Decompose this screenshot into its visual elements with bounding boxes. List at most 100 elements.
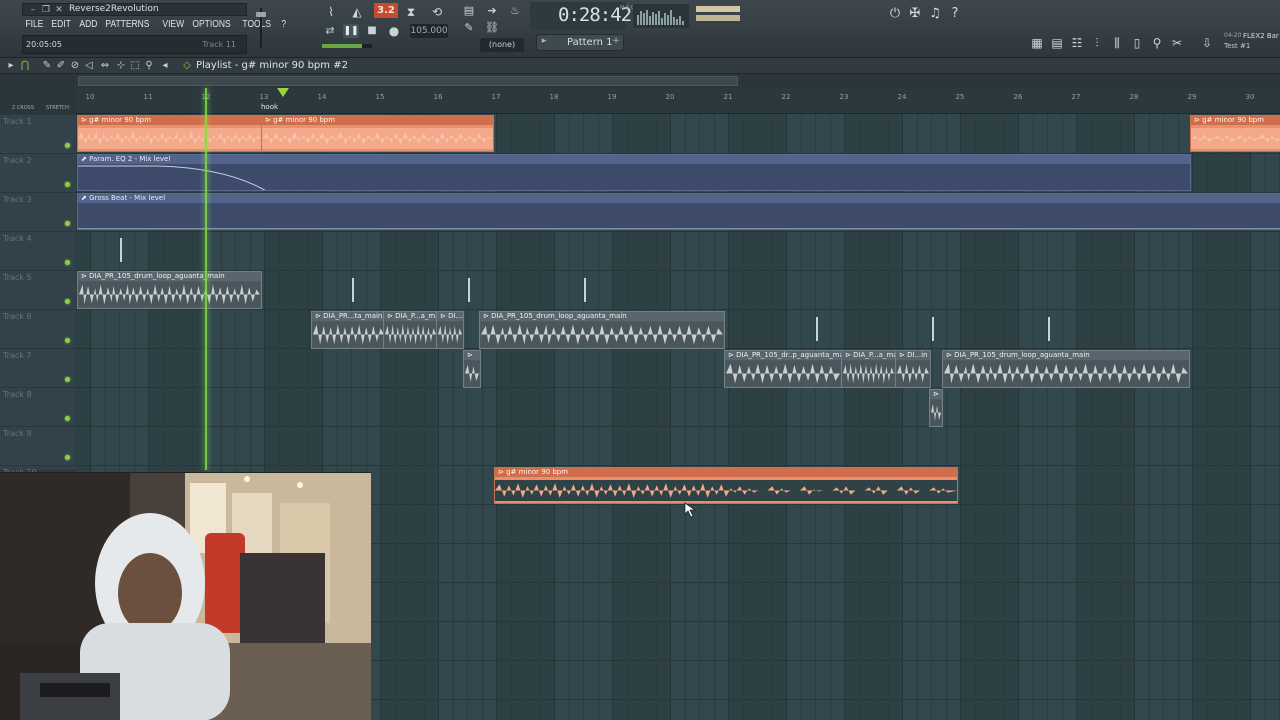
delete-icon[interactable]: ⊘ xyxy=(68,58,82,74)
mic-icon[interactable]: ♫ xyxy=(926,5,944,23)
track-mute-led[interactable] xyxy=(65,221,70,226)
pattern-add-icon[interactable]: + xyxy=(611,36,621,46)
playlist-icon[interactable]: ▦ xyxy=(1028,34,1046,52)
plugin-icon[interactable]: ▯ xyxy=(1128,34,1146,52)
playlist-menu-icon[interactable]: ▸ xyxy=(4,58,18,74)
stop-icon[interactable]: ■ xyxy=(364,24,380,38)
drum-loop-clip[interactable]: ⊳ DI...in xyxy=(895,350,931,388)
pencil-icon[interactable]: ✎ xyxy=(460,20,478,36)
track-header[interactable]: Track 2 xyxy=(0,153,76,192)
automation-clip-gross-beat[interactable]: ⬈ Gross Beat - Mix level xyxy=(77,193,1280,230)
channel-rack-icon[interactable]: ☷ xyxy=(1068,34,1086,52)
timeline-ruler[interactable]: 1011121314151617181920212223242526272829… xyxy=(76,88,1280,114)
menu-patterns[interactable]: PATTERNS xyxy=(102,18,153,32)
track-mute-led[interactable] xyxy=(65,182,70,187)
record-icon[interactable]: ● xyxy=(386,24,402,38)
track-mute-led[interactable] xyxy=(65,338,70,343)
loop-record-icon[interactable]: ⟲ xyxy=(426,2,448,22)
drum-loop-clip[interactable]: ⊳ DIA_P...a_main xyxy=(841,350,896,388)
step-edit-icon[interactable]: ➔ xyxy=(483,3,501,19)
playlist-arrows-icon[interactable]: ◇ xyxy=(180,58,194,74)
short-clip[interactable] xyxy=(118,234,124,266)
playhead[interactable] xyxy=(205,88,207,470)
horizontal-scrollbar[interactable] xyxy=(0,74,1280,88)
song-position-display[interactable]: 3.2 xyxy=(374,3,398,18)
tempo-display[interactable]: 105.000 xyxy=(410,24,448,38)
short-clip[interactable] xyxy=(930,313,936,345)
drum-loop-clip[interactable]: ⊳ DIA_PR_105_dr..p_aguanta_main xyxy=(724,350,842,388)
metronome-icon[interactable]: ◭ xyxy=(346,2,368,22)
tempo-slider[interactable] xyxy=(322,44,372,48)
blend-icon[interactable]: ♨ xyxy=(506,3,524,19)
play-icon[interactable]: ❚❚ xyxy=(343,24,359,38)
short-clip[interactable] xyxy=(582,274,588,306)
track-mute-led[interactable] xyxy=(65,143,70,148)
hook-marker[interactable]: hook xyxy=(261,103,278,111)
close-icon[interactable]: ✕ xyxy=(54,5,64,15)
track-mute-led[interactable] xyxy=(65,299,70,304)
audio-clip-g-minor[interactable]: ⊳ g# minor 90 bpm xyxy=(261,115,494,152)
minimize-icon[interactable]: – xyxy=(28,5,38,15)
slice-icon[interactable]: ⊹ xyxy=(114,58,128,74)
audio-clip-g-minor[interactable]: ⊳ g# minor 90 bpm xyxy=(77,115,262,152)
magnet-icon[interactable]: ⋂ xyxy=(18,58,32,74)
drum-hit-clip[interactable]: ⊳ xyxy=(929,389,943,427)
automation-clip-param-eq[interactable]: ⬈ Param. EQ 2 - Mix level xyxy=(77,154,1191,191)
slip-icon[interactable]: ⇔ xyxy=(98,58,112,74)
track-mute-led[interactable] xyxy=(65,377,70,382)
short-clip[interactable] xyxy=(350,274,356,306)
track-header[interactable]: Track 8 xyxy=(0,387,76,426)
drum-hit-clip[interactable]: ⊳ xyxy=(463,350,481,388)
drum-loop-clip[interactable]: ⊳ DI...in xyxy=(436,311,464,349)
pattern-prev-icon[interactable]: ▸ xyxy=(539,36,549,46)
short-clip[interactable] xyxy=(1046,313,1052,345)
track-header[interactable]: Track 4 xyxy=(0,231,76,270)
track-mute-led[interactable] xyxy=(65,260,70,265)
pattern-mode-icon[interactable]: ⌇ xyxy=(320,2,342,22)
power-icon[interactable]: ⏻ xyxy=(886,5,904,23)
menu-help[interactable]: ? xyxy=(278,18,290,32)
header-label-stretch[interactable]: STRETCH xyxy=(46,105,69,111)
track-header[interactable]: Track 9 xyxy=(0,426,76,465)
drum-loop-clip[interactable]: ⊳ DIA_PR_105_drum_loop_aguanta_main xyxy=(942,350,1190,388)
mute-icon[interactable]: ◁ xyxy=(82,58,96,74)
snap-select[interactable]: (none) xyxy=(480,38,524,52)
track-mute-led[interactable] xyxy=(65,416,70,421)
mixer-view-icon[interactable]: ⫶ xyxy=(1088,34,1106,52)
audio-clip-g-minor[interactable]: ⊳ g# minor 90 bpm xyxy=(1190,115,1280,152)
drum-loop-clip[interactable]: ⊳ DIA_PR_105_drum_loop_aguanta_main xyxy=(77,271,262,309)
drum-loop-clip[interactable]: ⊳ DIA_PR_105_drum_loop_aguanta_main xyxy=(479,311,725,349)
menu-options[interactable]: OPTIONS xyxy=(189,18,234,32)
header-label-cross[interactable]: 2 CROSS xyxy=(12,105,34,111)
mixer-icon[interactable]: ✠ xyxy=(906,5,924,23)
short-clip[interactable] xyxy=(466,274,472,306)
track-header[interactable]: Track 3 xyxy=(0,192,76,231)
short-clip[interactable] xyxy=(814,313,820,345)
maximize-icon[interactable]: ❐ xyxy=(41,5,51,15)
news-panel[interactable]: 04-20 FLEX2 Bar Test #1 xyxy=(1218,31,1280,53)
menu-edit[interactable]: EDIT xyxy=(48,18,74,32)
audio-clip-g-minor[interactable]: ⊳ g# minor 90 bpm xyxy=(494,467,958,504)
track-header[interactable]: Track 7 xyxy=(0,348,76,387)
play-position-marker[interactable] xyxy=(277,88,289,97)
plugin-picker-icon[interactable]: ⚲ xyxy=(1148,34,1166,52)
drum-loop-clip[interactable]: ⊳ DIA_PR...ta_main xyxy=(311,311,386,349)
link-icon[interactable]: ⛓ xyxy=(483,20,501,36)
playback-icon[interactable]: ◂ xyxy=(158,58,172,74)
track-header[interactable]: Track 1 xyxy=(0,114,76,153)
paint-icon[interactable]: ✐ xyxy=(54,58,68,74)
piano-roll-icon[interactable]: ▤ xyxy=(1048,34,1066,52)
zoom-icon[interactable]: ⚲ xyxy=(142,58,156,74)
menu-file[interactable]: FILE xyxy=(22,18,47,32)
download-icon[interactable]: ⇩ xyxy=(1198,34,1216,52)
cut-icon[interactable]: ✂ xyxy=(1168,34,1186,52)
draw-icon[interactable]: ✎ xyxy=(40,58,54,74)
drum-loop-clip[interactable]: ⊳ DIA_P...a_main xyxy=(383,311,438,349)
help-icon[interactable]: ? xyxy=(946,5,964,23)
select-icon[interactable]: ⬚ xyxy=(128,58,142,74)
track-header[interactable]: Track 5 xyxy=(0,270,76,309)
master-volume-slider[interactable] xyxy=(256,4,266,52)
time-display[interactable]: 0:28:42 M:S:CS xyxy=(530,2,638,30)
pattern-selector[interactable]: ▸ Pattern 1 + xyxy=(536,34,624,51)
track-mute-led[interactable] xyxy=(65,455,70,460)
